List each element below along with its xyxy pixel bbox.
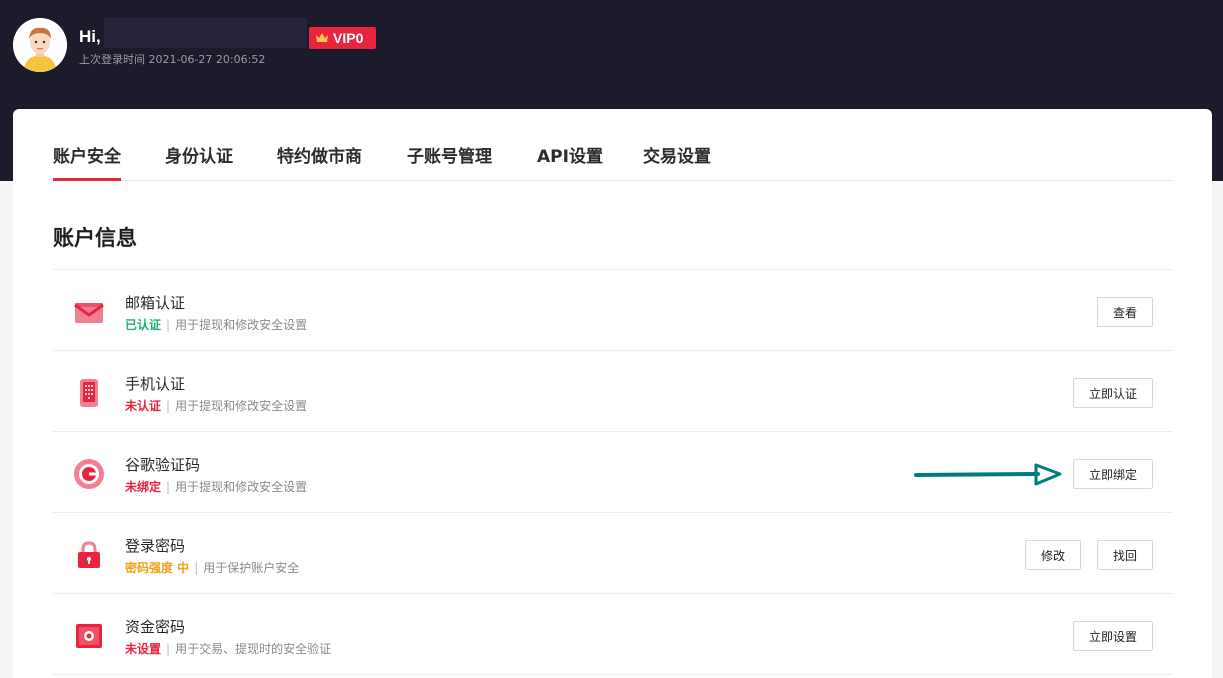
section-title: 账户信息 [53,226,137,250]
vip-level: VIP0 [333,30,364,46]
row-description: 用于提现和修改安全设置 [175,480,308,494]
row-title: 资金密码 [125,618,186,636]
list-item-fund-password: 资金密码 未设置 | 用于交易、提现时的安全验证 立即设置 [53,594,1173,675]
crown-icon [316,33,328,42]
tab-api-settings[interactable]: API设置 [537,142,603,167]
list-item-login-password: 登录密码 密码强度 中 | 用于保护账户安全 修改 找回 [53,513,1173,594]
tab-account-security[interactable]: 账户安全 [53,142,121,181]
avatar-icon [13,18,67,72]
phone-icon [80,379,98,407]
row-subtitle: 已认证 | 用于提现和修改安全设置 [125,318,308,332]
row-subtitle: 未认证 | 用于提现和修改安全设置 [125,399,308,413]
tab-identity-verification[interactable]: 身份认证 [165,142,233,167]
row-subtitle: 密码强度 中 | 用于保护账户安全 [125,561,300,575]
safe-icon [76,624,102,648]
vip-badge[interactable]: VIP0 [309,27,376,49]
greeting: Hi, [79,27,101,46]
verify-now-button[interactable]: 立即认证 [1073,378,1153,408]
modify-button[interactable]: 修改 [1025,540,1081,570]
status-badge: 未绑定 [125,480,162,494]
view-button[interactable]: 查看 [1097,297,1153,327]
row-title: 登录密码 [125,537,186,555]
list-item-phone: 手机认证 未认证 | 用于提现和修改安全设置 立即认证 [53,351,1173,432]
account-card: 账户安全 身份认证 特约做市商 子账号管理 API设置 交易设置 账户信息 邮箱… [13,109,1212,678]
list-item-email: 邮箱认证 已认证 | 用于提现和修改安全设置 查看 [53,270,1173,351]
tab-market-maker[interactable]: 特约做市商 [277,142,362,167]
tab-bar: 账户安全 身份认证 特约做市商 子账号管理 API设置 交易设置 [53,109,1173,181]
annotation-arrow-icon [914,463,1062,486]
row-description: 用于提现和修改安全设置 [175,318,308,332]
last-login-time: 上次登录时间 2021-06-27 20:06:52 [79,53,266,66]
email-icon [74,303,104,323]
row-title: 谷歌验证码 [125,456,201,474]
status-badge: 密码强度 中 [125,561,190,575]
row-description: 用于保护账户安全 [203,561,300,575]
status-badge: 未设置 [125,642,162,656]
avatar[interactable] [13,18,67,72]
status-badge: 已认证 [125,318,162,332]
row-title: 邮箱认证 [125,294,186,312]
google-authenticator-icon [74,459,104,489]
row-subtitle: 未设置 | 用于交易、提现时的安全验证 [125,642,332,656]
bind-now-button[interactable]: 立即绑定 [1073,459,1153,489]
tab-sub-accounts[interactable]: 子账号管理 [407,142,492,167]
username-masked [104,18,307,48]
row-description: 用于交易、提现时的安全验证 [175,642,332,656]
set-now-button[interactable]: 立即设置 [1073,621,1153,651]
lock-icon [78,541,100,568]
status-badge: 未认证 [125,399,162,413]
row-title: 手机认证 [125,375,186,393]
tab-trade-settings[interactable]: 交易设置 [643,142,711,167]
row-description: 用于提现和修改安全设置 [175,399,308,413]
row-subtitle: 未绑定 | 用于提现和修改安全设置 [125,480,308,494]
recover-button[interactable]: 找回 [1097,540,1153,570]
